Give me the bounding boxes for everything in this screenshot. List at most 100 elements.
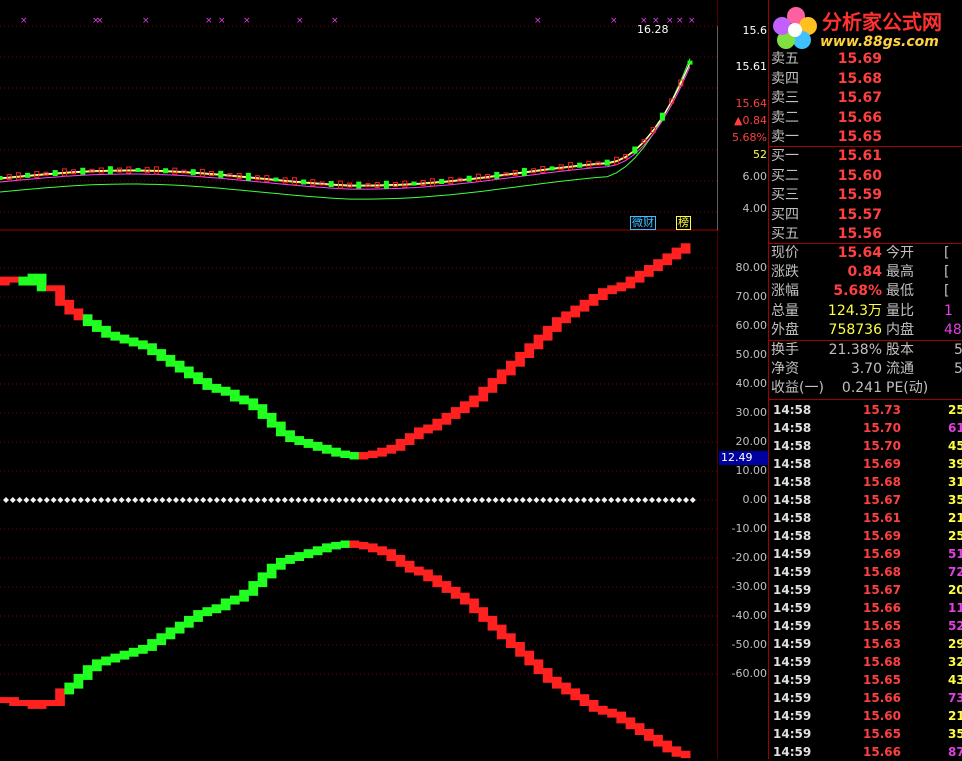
zero-dot [91,497,98,503]
zero-dot [220,497,227,503]
zero-dot [377,497,383,503]
candle [273,177,279,182]
fund-row: 收益(一) 0.241 PE(动) [718,379,962,398]
zero-dot [451,497,458,503]
ask-row: 卖二 15.66 [718,109,962,128]
zero-dot [404,497,411,503]
signal-mark: × [331,16,339,26]
quote-row: 涨幅 5.68% 最低 [ [718,282,962,301]
chart-area[interactable]: × × × × × × × × × × × × × × × × 15.6 15.61 15.64 ▲0.84 5.68… [0,0,769,759]
zero-dot [676,497,683,503]
fund-value: 3.70 [850,361,882,378]
lower-osc-bar [377,546,387,556]
tick-row[interactable]: 14:59 15.66 112 [718,599,962,617]
zero-dot [526,497,533,503]
tick-row[interactable]: 14:58 15.70 61 [718,419,962,437]
tick-price: 15.66 [863,745,901,759]
tick-row[interactable]: 14:59 15.66 87 [718,743,962,761]
bid-label: 买五 [771,226,799,242]
fund-label: 净资 [771,361,799,378]
candle [190,169,196,176]
signal-mark: × [610,16,618,26]
zero-dot [139,497,145,503]
upper-osc-bar [616,282,627,292]
quote-panel: 卖五 15.69 卖四 15.68 卖三 15.67 卖二 15.66 卖一 15.65 买一 15.… [718,0,962,759]
lower-osc-bar [9,697,19,706]
tick-row[interactable]: 14:59 15.60 21 [718,707,962,725]
lower-osc-bar [552,676,562,689]
lower-osc-bar [496,624,507,640]
upper-osc-bar [395,439,406,451]
tick-price: 15.69 [863,547,901,561]
tick-row[interactable]: 14:59 15.68 72 [718,563,962,581]
tick-row[interactable]: 14:59 15.69 51 [718,545,962,563]
zero-dot [23,497,30,503]
tick-row[interactable]: 14:59 15.65 52 [718,617,962,635]
zero-dot [594,497,601,503]
fund-value-2: 5 [954,342,962,358]
bid-label: 买二 [771,167,799,184]
lower-osc-bar [368,543,378,553]
upper-osc-bar [36,273,47,292]
badge-bang[interactable]: 榜 [676,216,691,230]
tick-row[interactable]: 14:59 15.67 20 [718,581,962,599]
zero-dot [472,497,479,503]
tick-time: 14:58 [773,475,812,489]
bid-row: 买二 15.60 [718,167,962,186]
tick-volume: 45 [948,439,962,453]
lower-osc-bar [230,595,240,605]
zero-dot [281,497,288,503]
tick-row[interactable]: 14:58 15.69 25 [718,527,962,545]
tick-row[interactable]: 14:59 15.68 32 [718,653,962,671]
tick-price: 15.68 [863,475,901,489]
quote-row: 现价 15.64 今开 [ [718,244,962,263]
zero-dot [587,497,594,503]
tick-row[interactable]: 14:58 15.67 35 [718,491,962,509]
fund-value: 0.241 [841,380,882,397]
upper-osc-bar [377,447,387,457]
chart-canvas[interactable]: × ×× × × × × × × × × × × × × × [0,0,718,759]
upper-osc-bar [552,317,562,332]
zero-dot [689,497,696,503]
upper-osc-bar [193,372,203,385]
tick-row[interactable]: 14:59 15.65 35 [718,725,962,743]
zero-dot [254,497,261,503]
lower-osc-bar [156,633,167,646]
zero-dot [683,497,689,503]
lower-osc-bar [0,697,10,704]
tick-volume: 29 [948,637,962,651]
zero-dot [628,497,635,503]
tick-row[interactable]: 14:58 15.68 31 [718,473,962,491]
tick-row[interactable]: 14:59 15.66 73 [718,689,962,707]
quote-label: 现价 [771,245,799,261]
upper-osc-bar [349,452,360,460]
lower-osc-bar [460,592,470,605]
tick-row[interactable]: 14:58 15.70 45 [718,437,962,455]
tick-price: 15.68 [863,565,901,579]
candle [687,60,693,65]
zero-dot [479,497,485,503]
upper-osc-bar [358,452,369,460]
tick-row[interactable]: 14:59 15.63 29 [718,635,962,653]
candle [494,171,500,179]
zero-dot [438,497,445,503]
upper-osc-bar [561,311,571,324]
lower-osc-bar [322,543,332,553]
upper-osc-bar [515,352,525,367]
lower-osc-bar [588,700,599,712]
tick-row[interactable]: 14:58 15.73 25 [718,401,962,419]
tick-row[interactable]: 14:59 15.65 43 [718,671,962,689]
lower-osc-bar [404,560,415,573]
badge-weicai[interactable]: 微财 [630,216,656,230]
lower-osc-bar [18,700,29,706]
ask-label: 卖五 [771,51,799,67]
zero-dot [383,497,390,503]
zero-dot [207,497,213,503]
tick-row[interactable]: 14:58 15.69 39 [718,455,962,473]
tick-time: 14:59 [773,745,812,759]
upper-osc-bar [607,285,617,295]
tick-volume: 87 [948,745,962,759]
tick-row[interactable]: 14:58 15.61 21 [718,509,962,527]
tick-volume: 32 [948,655,962,669]
quote-label-2: 最低 [886,283,914,300]
